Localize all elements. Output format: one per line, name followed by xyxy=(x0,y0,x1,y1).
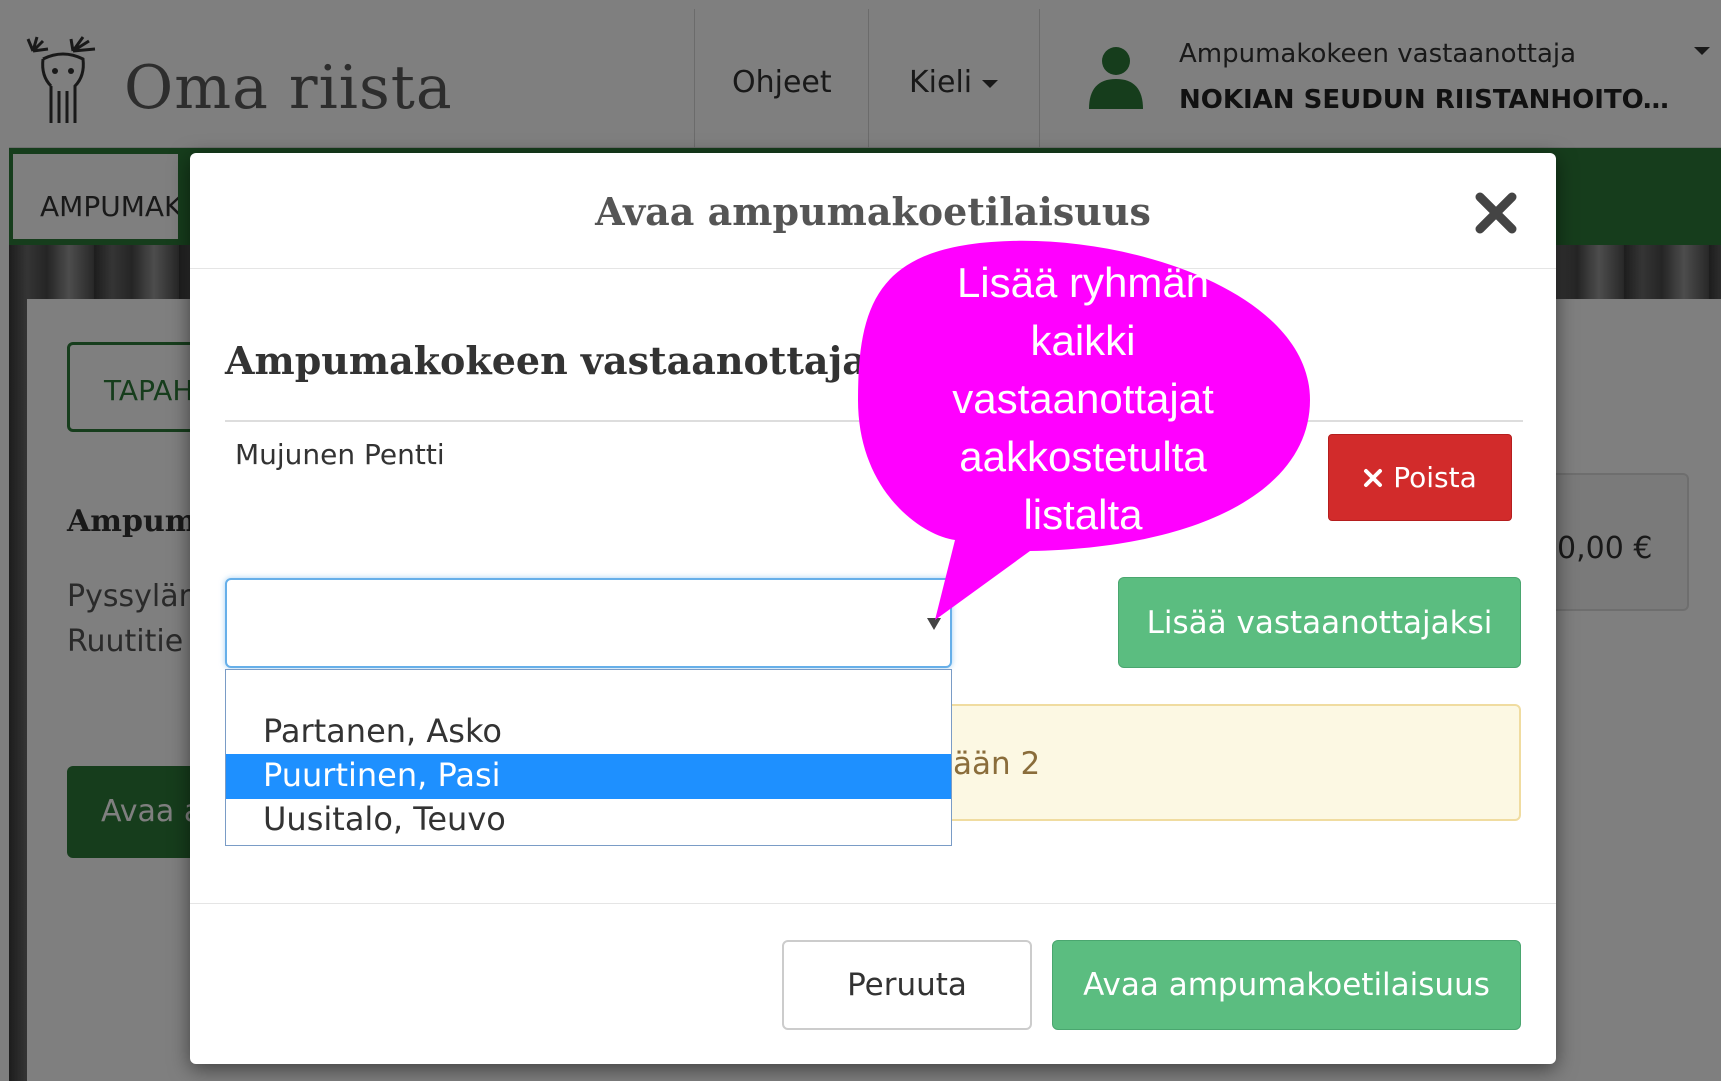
modal-header: Avaa ampumakoetilaisuus xyxy=(190,153,1556,269)
close-icon[interactable] xyxy=(1472,189,1520,237)
callout-line: listalta xyxy=(1023,491,1143,538)
callout-line: Lisää ryhmän xyxy=(956,259,1210,306)
add-receiver-button[interactable]: Lisää vastaanottajaksi xyxy=(1118,577,1521,668)
callout-text: Lisää ryhmän kaikki vastaanottajat aakko… xyxy=(858,254,1308,544)
receiver-options-list: Partanen, Asko Puurtinen, Pasi Uusitalo,… xyxy=(225,669,952,846)
modal-footer-divider xyxy=(190,903,1556,904)
open-event-submit-button[interactable]: Avaa ampumakoetilaisuus xyxy=(1052,940,1521,1030)
cancel-button[interactable]: Peruuta xyxy=(782,940,1032,1030)
select-option-highlighted[interactable]: Puurtinen, Pasi xyxy=(226,754,951,799)
callout-line: kaikki xyxy=(1030,317,1136,364)
receiver-name: Mujunen Pentti xyxy=(235,438,445,471)
remove-button-label: Poista xyxy=(1393,461,1477,494)
times-icon xyxy=(1364,468,1383,487)
remove-receiver-button[interactable]: Poista xyxy=(1328,434,1512,521)
callout-line: aakkostetulta xyxy=(959,433,1207,480)
callout-line: vastaanottajat xyxy=(952,375,1214,422)
warning-text: ään 2 xyxy=(953,746,1041,782)
select-option[interactable]: Uusitalo, Teuvo xyxy=(226,798,951,843)
modal-title: Avaa ampumakoetilaisuus xyxy=(595,189,1151,234)
receivers-title: Ampumakokeen vastaanottajat xyxy=(225,338,885,383)
select-option[interactable]: Partanen, Asko xyxy=(226,710,951,755)
dropdown-arrow-icon xyxy=(927,618,941,630)
receiver-select[interactable] xyxy=(225,578,952,668)
